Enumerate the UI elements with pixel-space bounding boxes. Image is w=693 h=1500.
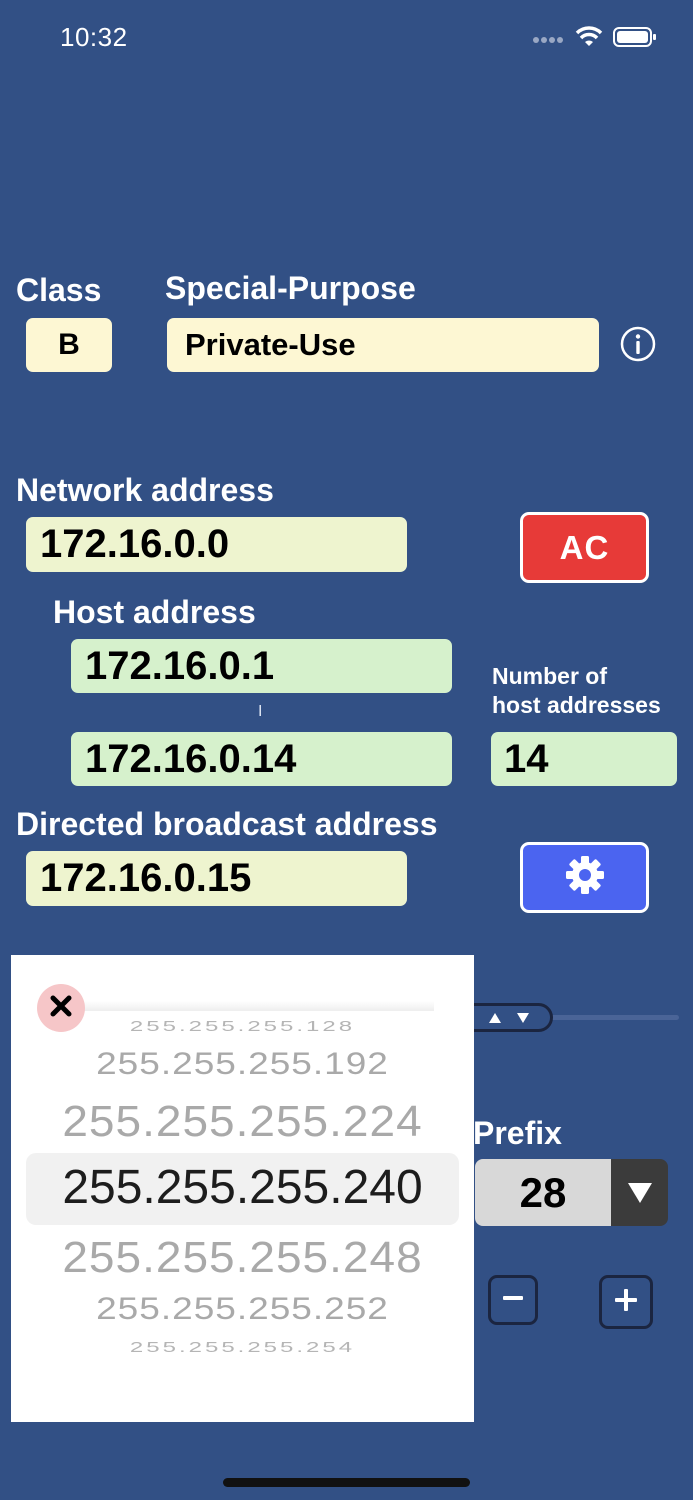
network-address-label: Network address	[16, 472, 274, 508]
host-count-label-line1: Number of	[492, 663, 607, 689]
special-purpose-label: Special-Purpose	[165, 270, 416, 306]
picker-item[interactable]: 255.255.255.248	[11, 1231, 474, 1282]
host-range-separator: I	[258, 703, 263, 720]
host-address-label: Host address	[53, 594, 256, 630]
picker-selected-item[interactable]: 255.255.255.240	[11, 1160, 474, 1215]
prefix-decrement-button[interactable]	[488, 1275, 538, 1325]
picker-item[interactable]: 255.255.255.252	[11, 1291, 474, 1327]
prefix-dropdown[interactable]: 28	[475, 1159, 668, 1226]
host-first-value: 172.16.0.1	[71, 639, 452, 693]
prefix-label: Prefix	[473, 1115, 562, 1151]
special-purpose-value: Private-Use	[167, 318, 599, 372]
prefix-increment-button[interactable]	[599, 1275, 653, 1329]
host-count-value: 14	[491, 732, 677, 786]
host-count-label: Number of host addresses	[492, 662, 661, 720]
plus-icon	[613, 1287, 639, 1318]
broadcast-label: Directed broadcast address	[16, 806, 438, 842]
subnet-mask-picker[interactable]: 255.255.255.128 255.255.255.192 255.255.…	[11, 955, 474, 1422]
status-time: 10:32	[60, 22, 128, 52]
info-icon[interactable]	[620, 326, 656, 362]
dropdown-arrow-icon	[611, 1159, 668, 1226]
status-icons	[533, 26, 657, 53]
settings-button[interactable]	[520, 842, 649, 913]
picker-close-button[interactable]	[37, 984, 85, 1032]
picker-item[interactable]: 255.255.255.224	[11, 1095, 474, 1146]
close-icon	[49, 994, 73, 1023]
wifi-icon	[575, 26, 603, 53]
gear-icon	[565, 855, 605, 900]
network-address-value: 172.16.0.0	[26, 517, 407, 572]
host-last-value: 172.16.0.14	[71, 732, 452, 786]
home-indicator	[223, 1478, 470, 1487]
class-value: B	[26, 318, 112, 372]
picker-fade-top	[51, 1001, 434, 1011]
picker-item[interactable]: 255.255.255.254	[11, 1340, 474, 1357]
prefix-value: 28	[475, 1159, 611, 1226]
signal-dots-icon	[533, 31, 565, 49]
clear-button[interactable]: AC	[520, 512, 649, 583]
host-count-label-line2: host addresses	[492, 692, 661, 718]
picker-item[interactable]: 255.255.255.192	[11, 1046, 474, 1082]
battery-icon	[613, 26, 657, 53]
minus-icon	[501, 1286, 525, 1315]
broadcast-value: 172.16.0.15	[26, 851, 407, 906]
class-label: Class	[16, 272, 102, 308]
clear-button-label: AC	[559, 528, 610, 566]
